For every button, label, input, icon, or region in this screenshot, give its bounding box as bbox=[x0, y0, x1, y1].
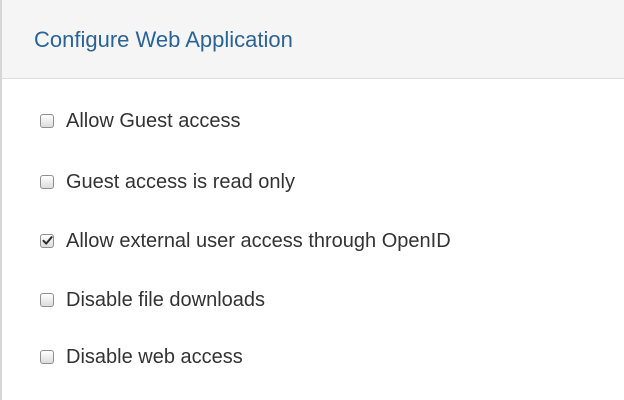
allow-openid-access-checkbox[interactable] bbox=[40, 234, 54, 248]
configure-web-app-panel: Configure Web Application Allow Guest ac… bbox=[0, 0, 624, 400]
panel-header: Configure Web Application bbox=[2, 0, 624, 79]
allow-guest-access-checkbox[interactable] bbox=[40, 114, 54, 128]
option-allow-guest-access[interactable]: Allow Guest access bbox=[40, 106, 241, 136]
option-disable-web-access[interactable]: Disable web access bbox=[40, 342, 243, 372]
checkmark-icon bbox=[42, 236, 53, 245]
disable-web-access-checkbox[interactable] bbox=[40, 350, 54, 364]
option-disable-file-downloads[interactable]: Disable file downloads bbox=[40, 285, 265, 315]
panel-title: Configure Web Application bbox=[34, 27, 293, 52]
disable-file-downloads-checkbox[interactable] bbox=[40, 293, 54, 307]
guest-read-only-checkbox[interactable] bbox=[40, 175, 54, 189]
option-allow-openid-access[interactable]: Allow external user access through OpenI… bbox=[40, 226, 451, 256]
option-label: Allow Guest access bbox=[66, 110, 241, 132]
option-label: Guest access is read only bbox=[66, 171, 295, 193]
option-guest-read-only[interactable]: Guest access is read only bbox=[40, 167, 295, 197]
option-label: Allow external user access through OpenI… bbox=[66, 230, 451, 252]
option-label: Disable web access bbox=[66, 346, 243, 368]
option-label: Disable file downloads bbox=[66, 289, 266, 311]
